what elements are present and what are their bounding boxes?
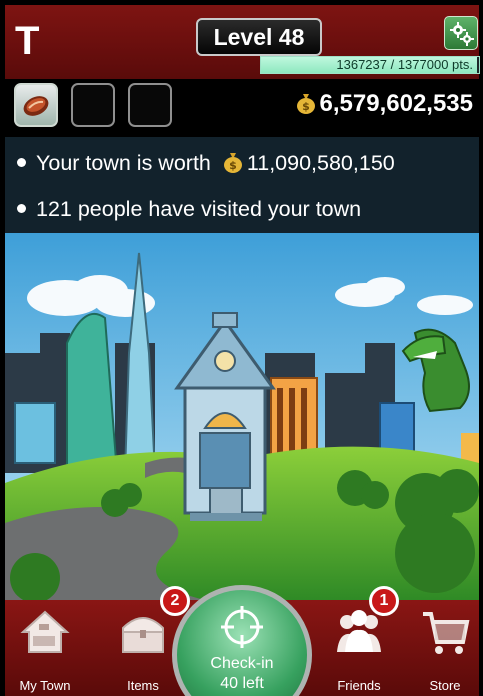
house-icon	[20, 610, 70, 653]
worth-prefix: Your town is worth	[36, 151, 211, 175]
town-scene[interactable]	[5, 233, 479, 600]
checkin-title: Check-in	[210, 655, 274, 672]
visitors-line: 121 people have visited your town	[17, 195, 361, 223]
bullet-dot	[17, 204, 26, 213]
checkin-remaining: 40 left	[220, 675, 264, 692]
top-header: T Level 48 1367237 / 1377000 pts.	[5, 5, 480, 79]
crosshair-icon	[221, 606, 263, 648]
gear-icon	[450, 22, 474, 46]
treasure-chest-icon	[122, 617, 164, 653]
money-amount: 6,579,602,535	[319, 90, 473, 117]
meat-item-icon	[23, 96, 49, 116]
town-worth-line: Your town is worth $ 11,090,580,150	[17, 149, 395, 177]
nav-label-store: Store	[429, 678, 461, 693]
level-badge: Level 48	[196, 18, 322, 56]
xp-text: 1367237 / 1377000 pts.	[336, 57, 473, 72]
item-bar: $ 6,579,602,535	[5, 79, 479, 137]
worth-value: 11,090,580,150	[246, 151, 395, 175]
money-bag-icon: $	[296, 94, 315, 114]
town-info-panel: Your town is worth $ 11,090,580,150 121 …	[5, 137, 479, 233]
item-slot-1[interactable]	[14, 83, 58, 127]
money-bag-icon: $	[223, 153, 242, 173]
money-display: $ 6,579,602,535	[296, 89, 473, 119]
bullet-dot	[17, 158, 26, 167]
svg-text:$: $	[302, 100, 310, 113]
settings-button[interactable]	[444, 16, 478, 50]
friends-notification-badge: 1	[369, 586, 399, 616]
xp-progress-bar: 1367237 / 1377000 pts.	[260, 56, 480, 74]
visitors-text: 121 people have visited your town	[36, 197, 362, 221]
shopping-cart-icon	[423, 612, 470, 654]
svg-text:$: $	[229, 159, 237, 172]
checkin-label: Check-in 40 left	[177, 654, 307, 694]
item-slot-3[interactable]	[128, 83, 172, 127]
app-screen: T Level 48 1367237 / 1377000 pts. $ 6,57…	[0, 0, 483, 696]
nav-label-items: Items	[127, 678, 159, 693]
nav-label-friends: Friends	[337, 678, 381, 693]
town-illustration	[5, 233, 479, 600]
nav-store[interactable]: Store	[405, 600, 483, 696]
brand-letter: T	[15, 19, 40, 63]
nav-label-my-town: My Town	[19, 678, 71, 693]
nav-my-town[interactable]: My Town	[5, 600, 85, 696]
item-slot-2[interactable]	[71, 83, 115, 127]
